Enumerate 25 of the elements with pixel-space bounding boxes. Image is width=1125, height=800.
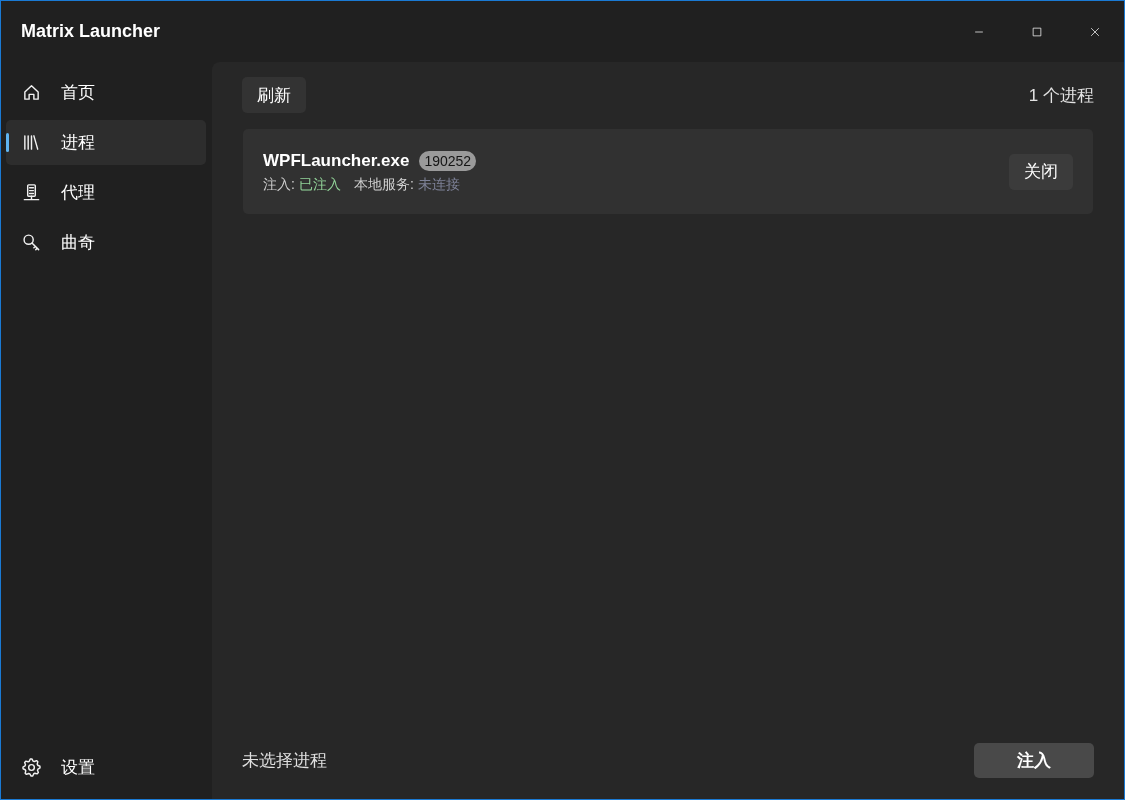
close-process-button[interactable]: 关闭 <box>1009 153 1073 190</box>
nav-item[interactable]: 设置 <box>6 745 206 790</box>
close-icon <box>1088 25 1102 39</box>
key-icon <box>22 233 41 252</box>
selection-status: 未选择进程 <box>242 750 327 772</box>
inject-label: 注入: <box>263 176 295 194</box>
service-label: 本地服务: <box>353 176 414 194</box>
process-count: 1 个进程 <box>1028 84 1094 107</box>
selection-bar-icon <box>6 133 9 152</box>
refresh-button[interactable]: 刷新 <box>242 77 306 113</box>
inject-button[interactable]: 注入 <box>974 743 1094 778</box>
settings-icon <box>22 758 41 777</box>
computer-tower-icon <box>22 183 41 202</box>
books-icon <box>22 133 41 152</box>
nav-item[interactable]: 进程 <box>6 120 206 165</box>
nav-item[interactable]: 曲奇 <box>6 220 206 265</box>
process-name: WPFLauncher.exe <box>263 150 410 171</box>
pid-badge: 190252 <box>419 150 477 171</box>
maximize-icon <box>1030 25 1044 39</box>
nav-item[interactable]: 代理 <box>6 170 206 215</box>
inject-status: 已注入 <box>298 176 341 194</box>
window-title: Matrix Launcher <box>21 21 162 42</box>
home-icon <box>22 83 41 102</box>
nav-item[interactable]: 首页 <box>6 70 206 115</box>
service-status: 未连接 <box>417 176 460 194</box>
